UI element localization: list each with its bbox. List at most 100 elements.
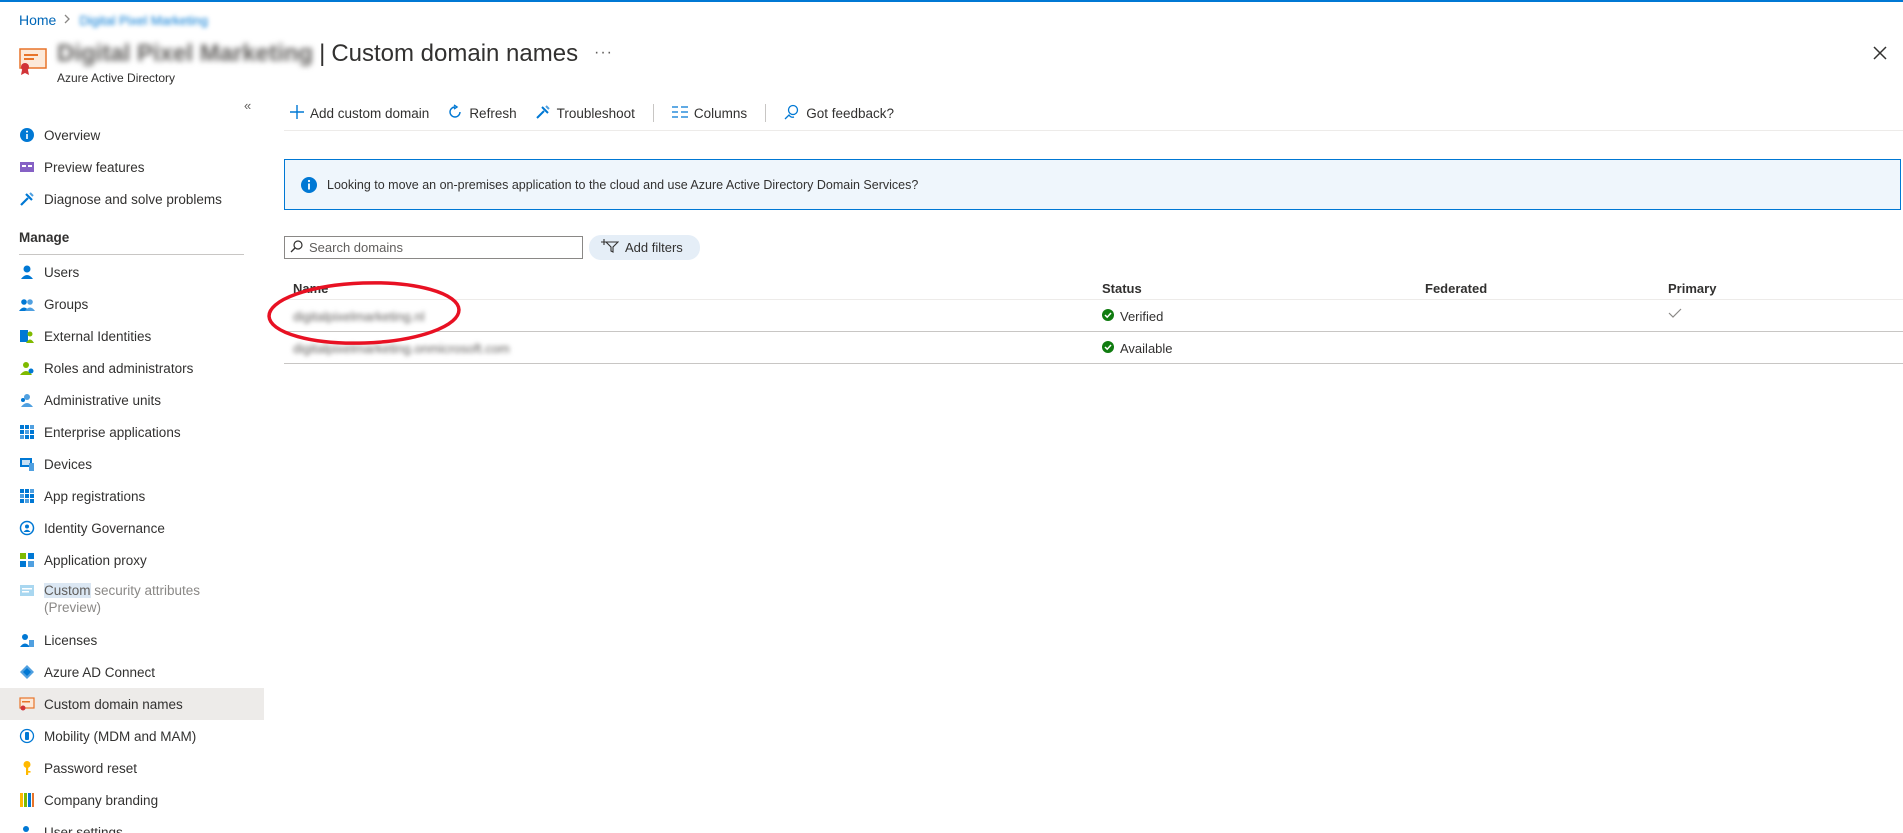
sidebar-item-label: Custom domain names xyxy=(44,696,183,712)
key-icon xyxy=(19,760,35,776)
search-icon xyxy=(290,239,303,256)
column-header-federated[interactable]: Federated xyxy=(1425,281,1487,296)
table-row[interactable]: digitalpixelmarketing.onmicrosoft.com Av… xyxy=(284,332,1903,364)
command-bar: Add custom domain Refresh Troubleshoot C… xyxy=(290,100,912,126)
feedback-label: Got feedback? xyxy=(806,105,894,121)
domain-name-link[interactable]: digitalpixelmarketing.onmicrosoft.com xyxy=(293,341,510,356)
groups-icon xyxy=(19,296,35,312)
sidebar-item-users[interactable]: Users xyxy=(0,256,264,288)
sidebar-item-label: Identity Governance xyxy=(44,520,165,536)
device-icon xyxy=(19,456,35,472)
info-banner[interactable]: Looking to move an on-premises applicati… xyxy=(284,159,1901,210)
sidebar-item-azure-ad-connect[interactable]: Azure AD Connect xyxy=(0,656,264,688)
search-highlight: Custom xyxy=(44,583,91,598)
sidebar-item-label: Overview xyxy=(44,127,101,143)
sidebar-item-label: Password reset xyxy=(44,760,138,776)
toolbar-separator xyxy=(765,104,767,122)
add-filters-button[interactable]: Add filters xyxy=(589,235,700,260)
connect-icon xyxy=(19,664,35,680)
column-header-status[interactable]: Status xyxy=(1102,281,1142,296)
sidebar-item-label: User settings xyxy=(44,824,123,833)
table-header: Name Status Federated Primary xyxy=(284,273,1903,300)
column-header-primary[interactable]: Primary xyxy=(1668,281,1716,296)
sidebar-item-licenses[interactable]: Licenses xyxy=(0,624,264,656)
sidebar-item-label: Devices xyxy=(44,456,93,472)
sidebar-item-groups[interactable]: Groups xyxy=(0,288,264,320)
breadcrumb-home-link[interactable]: Home xyxy=(19,12,56,28)
more-options-button[interactable]: ··· xyxy=(594,44,613,62)
refresh-label: Refresh xyxy=(469,105,517,121)
admin-units-icon xyxy=(19,392,35,408)
sidebar-item-external-identities[interactable]: External Identities xyxy=(0,320,264,352)
domain-certificate-icon xyxy=(19,46,49,76)
columns-button[interactable]: Columns xyxy=(671,105,747,122)
columns-icon xyxy=(671,105,688,122)
status-text: Verified xyxy=(1120,309,1164,324)
sidebar-item-administrative-units[interactable]: Administrative units xyxy=(0,384,264,416)
sidebar-item-user-settings[interactable]: User settings xyxy=(0,816,264,833)
info-icon xyxy=(300,176,318,194)
status-cell: Available xyxy=(1102,341,1173,356)
sidebar-item-custom-security-attributes[interactable]: Custom security attributes (Preview) xyxy=(19,582,200,616)
sidebar-item-label: Diagnose and solve problems xyxy=(44,191,222,207)
toolbar-separator xyxy=(652,104,654,122)
sidebar-item-label: Groups xyxy=(44,296,89,312)
column-header-name[interactable]: Name xyxy=(293,281,328,296)
primary-check-icon xyxy=(1668,307,1682,322)
sidebar-item-label: Azure AD Connect xyxy=(44,664,156,680)
breadcrumb-tenant-link[interactable]: Digital Pixel Marketing xyxy=(79,13,208,28)
collapse-sidebar-button[interactable]: « xyxy=(244,98,251,113)
page-title: Digital Pixel Marketing | Custom domain … xyxy=(57,40,578,68)
sidebar-item-identity-governance[interactable]: Identity Governance xyxy=(0,512,264,544)
sidebar-item-password-reset[interactable]: Password reset xyxy=(0,752,264,784)
domain-name-link[interactable]: digitalpixelmarketing.nl xyxy=(293,309,425,324)
troubleshoot-button[interactable]: Troubleshoot xyxy=(535,104,635,123)
sidebar-item-application-proxy[interactable]: Application proxy xyxy=(0,544,264,576)
preview-icon xyxy=(19,159,35,175)
sidebar-item-custom-domain-names[interactable]: Custom domain names xyxy=(0,688,264,720)
branding-icon xyxy=(19,792,35,808)
sidebar-item-enterprise-applications[interactable]: Enterprise applications xyxy=(0,416,264,448)
governance-icon xyxy=(19,520,35,536)
refresh-button[interactable]: Refresh xyxy=(447,103,517,123)
settings-icon xyxy=(19,824,35,833)
sidebar-item-company-branding[interactable]: Company branding xyxy=(0,784,264,816)
roles-icon xyxy=(19,360,35,376)
sidebar-item-diagnose[interactable]: Diagnose and solve problems xyxy=(0,183,264,215)
wrench-icon xyxy=(19,191,35,207)
check-circle-icon xyxy=(1102,341,1114,356)
feedback-button[interactable]: Got feedback? xyxy=(784,104,894,123)
sidebar-item-label: App registrations xyxy=(44,488,146,504)
add-custom-domain-label: Add custom domain xyxy=(310,105,430,121)
sidebar-item-label: Company branding xyxy=(44,792,159,808)
info-icon xyxy=(19,127,35,143)
sidebar-item-label: security attributes xyxy=(90,583,201,598)
table-row[interactable]: digitalpixelmarketing.nl Verified xyxy=(284,300,1903,332)
add-custom-domain-button[interactable]: Add custom domain xyxy=(290,104,430,122)
sidebar-item-devices[interactable]: Devices xyxy=(0,448,264,480)
sidebar-item-mobility[interactable]: Mobility (MDM and MAM) xyxy=(0,720,264,752)
sidebar-item-label: Preview features xyxy=(44,159,145,175)
grid-icon xyxy=(19,488,35,504)
feedback-icon xyxy=(784,104,800,123)
title-separator: | xyxy=(319,40,326,67)
wrench-icon xyxy=(535,104,551,123)
breadcrumb: Home Digital Pixel Marketing xyxy=(19,12,208,28)
grid-icon xyxy=(19,424,35,440)
sidebar-item-label-preview: (Preview) xyxy=(44,600,102,615)
close-icon[interactable] xyxy=(1870,43,1890,63)
sidebar-item-label: Enterprise applications xyxy=(44,424,181,440)
toolbar-divider xyxy=(284,130,1903,131)
sidebar-item-label: Users xyxy=(44,264,80,280)
top-accent-line xyxy=(0,0,1903,2)
section-divider xyxy=(19,254,244,255)
sidebar-item-app-registrations[interactable]: App registrations xyxy=(0,480,264,512)
mobility-icon xyxy=(19,728,35,744)
plus-icon xyxy=(290,104,304,122)
status-text: Available xyxy=(1120,341,1173,356)
sidebar-item-overview[interactable]: Overview xyxy=(0,119,264,151)
sidebar-item-preview-features[interactable]: Preview features xyxy=(0,151,264,183)
proxy-icon xyxy=(19,552,35,568)
search-input[interactable] xyxy=(309,240,579,255)
sidebar-item-roles[interactable]: Roles and administrators xyxy=(0,352,264,384)
